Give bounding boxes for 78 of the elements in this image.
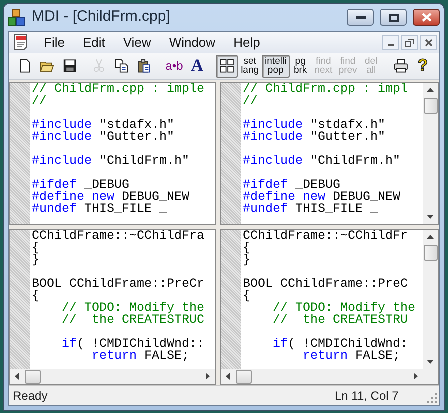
close-icon [424, 38, 432, 46]
printer-icon [394, 58, 408, 74]
code-line: #undef THIS_FILE _ [32, 203, 168, 215]
vertical-scrollbar[interactable] [423, 230, 438, 369]
code-line: CChildFrame::~CChildFra [32, 230, 206, 242]
code-line: // the CREATESTRUC [61, 314, 206, 326]
menu-item[interactable]: File [36, 32, 73, 52]
code-line: #include "stdafx.h" [243, 117, 387, 131]
menu-item[interactable]: Edit [74, 32, 114, 52]
code-line: // [243, 95, 260, 107]
copy-icon [114, 58, 130, 74]
scrollbar-thumb[interactable] [424, 98, 438, 114]
code-line: #define new DEBUG_NEW [243, 191, 402, 203]
code-line: if( !CMDIChildWnd: [272, 336, 410, 350]
minimize-icon [356, 16, 366, 19]
help-icon: ? [418, 57, 428, 75]
code-line: // ChildFrm.cpp : impl [243, 83, 410, 95]
code-line: { [32, 290, 41, 302]
code-line: #include "Gutter.h" [32, 131, 176, 143]
code-line: { [243, 290, 252, 302]
code-line: return FALSE; [302, 350, 402, 362]
child-minimize-button[interactable] [382, 35, 399, 50]
code-line: // the CREATESTRU [272, 314, 410, 326]
scrollbar-thumb[interactable] [25, 370, 41, 384]
document-icon[interactable] [14, 34, 30, 51]
horizontal-scrollbar[interactable] [221, 369, 438, 384]
paste-icon [137, 58, 152, 74]
scrollbar-thumb[interactable] [236, 370, 252, 384]
app-icon [8, 8, 26, 26]
child-close-button[interactable] [420, 35, 437, 50]
maximize-icon [388, 14, 398, 22]
minimize-button[interactable] [347, 9, 374, 26]
vertical-scrollbar[interactable] [423, 83, 438, 224]
close-icon [422, 13, 432, 22]
menu-item[interactable]: Window [161, 32, 224, 52]
scrollbar-thumb[interactable] [424, 245, 438, 261]
code-line: } [32, 254, 41, 266]
code-line: // [32, 95, 48, 107]
child-restore-button[interactable] [401, 35, 418, 50]
cursor-position: Ln 11, Col 7 [335, 388, 400, 404]
tool-button[interactable]: pg brk [290, 54, 312, 78]
code-line: #include "ChildFrm.h" [32, 153, 191, 167]
minimize-icon [388, 44, 394, 46]
code-line: if( !CMDIChildWnd:: [61, 336, 206, 350]
code-line: #include "ChildFrm.h" [243, 153, 402, 167]
split-window-button[interactable] [216, 54, 238, 78]
code-line: #ifdef _DEBUG [32, 177, 130, 191]
horizontal-scrollbar[interactable] [10, 369, 215, 384]
new-file-icon [18, 58, 32, 74]
status-message: Ready [13, 388, 49, 404]
code-line: CChildFrame::~CChildFr [243, 230, 410, 242]
code-line: // ChildFrm.cpp : imple [32, 83, 206, 95]
tool-button[interactable]: intelli pop [262, 54, 290, 78]
code-line: #undef THIS_FILE _ [243, 203, 380, 215]
code-line: // TODO: Modify the [61, 302, 206, 314]
scissors-icon [92, 58, 107, 74]
restore-icon [405, 38, 414, 46]
tool-button[interactable]: set lang [238, 54, 262, 78]
format-icon: A [191, 57, 204, 75]
split-window-icon [220, 58, 234, 74]
code-line: #ifdef _DEBUG [243, 177, 341, 191]
code-line: BOOL CChildFrame::PreC [243, 276, 410, 290]
menu-item[interactable]: View [115, 32, 160, 52]
close-button[interactable] [413, 9, 440, 26]
code-line: { [243, 242, 252, 254]
code-line: #include "Gutter.h" [243, 131, 387, 143]
window-title: MDI - [ChildFrm.cpp] [32, 7, 172, 28]
code-line: } [243, 254, 252, 266]
code-line: { [32, 242, 41, 254]
code-line: BOOL CChildFrame::PreCr [32, 276, 206, 290]
code-line: return FALSE; [91, 350, 191, 362]
format-button[interactable]: A [186, 54, 208, 78]
code-line: #define new DEBUG_NEW [32, 191, 191, 203]
code-line: // TODO: Modify the [272, 302, 417, 314]
code-line: #include "stdafx.h" [32, 117, 176, 131]
menu-item[interactable]: Help [226, 32, 268, 52]
size-grip-icon[interactable] [427, 393, 437, 403]
maximize-button[interactable] [380, 9, 407, 26]
